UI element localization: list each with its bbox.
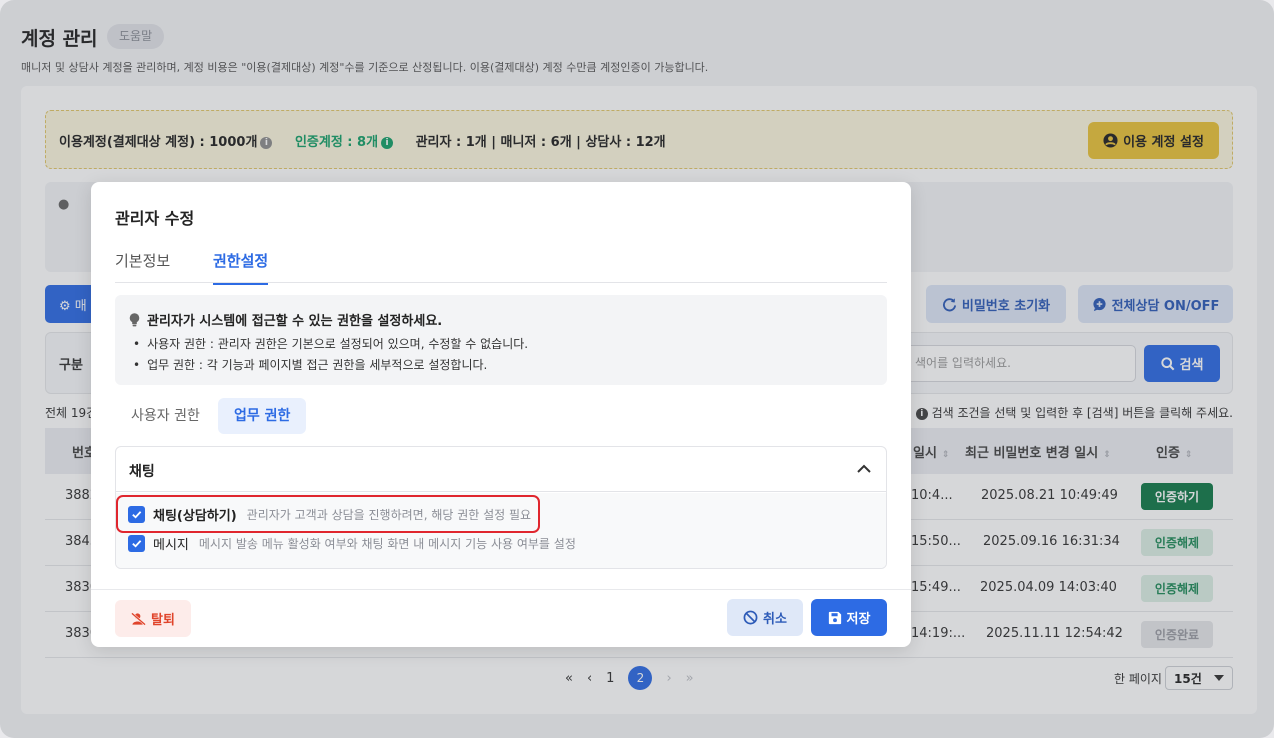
- user-slash-icon: [131, 611, 146, 626]
- section-header[interactable]: 채팅: [116, 447, 886, 492]
- ban-icon: [743, 610, 758, 625]
- leave-button[interactable]: 탈퇴: [115, 600, 191, 637]
- modal-title: 관리자 수정: [115, 209, 195, 228]
- permission-notice: 관리자가 시스템에 접근할 수 있는 권한을 설정하세요. 사용자 권한 : 관…: [115, 295, 887, 385]
- subtab-work-permission[interactable]: 업무 권한: [218, 398, 307, 434]
- subtab-user-permission[interactable]: 사용자 권한: [115, 398, 216, 434]
- modal-tabs: 기본정보 권한설정: [115, 248, 887, 285]
- modal-footer-divider: [91, 589, 911, 590]
- notice-title: 관리자가 시스템에 접근할 수 있는 권한을 설정하세요.: [129, 310, 442, 329]
- permission-description: 메시지 발송 메뉴 활성화 여부와 채팅 화면 내 메시지 기능 사용 여부를 …: [198, 536, 576, 551]
- tab-permission-settings[interactable]: 권한설정: [213, 250, 269, 285]
- chevron-up-icon[interactable]: [856, 461, 872, 477]
- permission-item[interactable]: 메시지 메시지 발송 메뉴 활성화 여부와 채팅 화면 내 메시지 기능 사용 …: [128, 533, 576, 553]
- save-button-label: 저장: [846, 612, 871, 627]
- highlight-outline: [116, 495, 540, 533]
- checkbox-checked[interactable]: [128, 534, 145, 552]
- save-button[interactable]: 저장: [811, 599, 887, 636]
- notice-item: 사용자 권한 : 관리자 권한은 기본으로 설정되어 있으며, 수정할 수 없습…: [133, 335, 528, 352]
- permission-name: 메시지: [153, 537, 189, 553]
- notice-title-text: 관리자가 시스템에 접근할 수 있는 권한을 설정하세요.: [147, 314, 443, 329]
- floppy-disk-icon: [828, 611, 841, 624]
- notice-item: 업무 권한 : 각 기능과 페이지별 접근 권한을 세부적으로 설정합니다.: [133, 356, 487, 373]
- admin-edit-modal: 관리자 수정 기본정보 권한설정 관리자가 시스템에 접근할 수 있는 권한을 …: [91, 182, 911, 647]
- section-title: 채팅: [129, 464, 155, 480]
- lightbulb-icon: [129, 312, 140, 326]
- leave-button-label: 탈퇴: [151, 613, 175, 628]
- check-icon: [132, 539, 142, 548]
- cancel-button[interactable]: 취소: [727, 599, 803, 636]
- tab-basic-info[interactable]: 기본정보: [115, 250, 170, 283]
- cancel-button-label: 취소: [763, 612, 787, 627]
